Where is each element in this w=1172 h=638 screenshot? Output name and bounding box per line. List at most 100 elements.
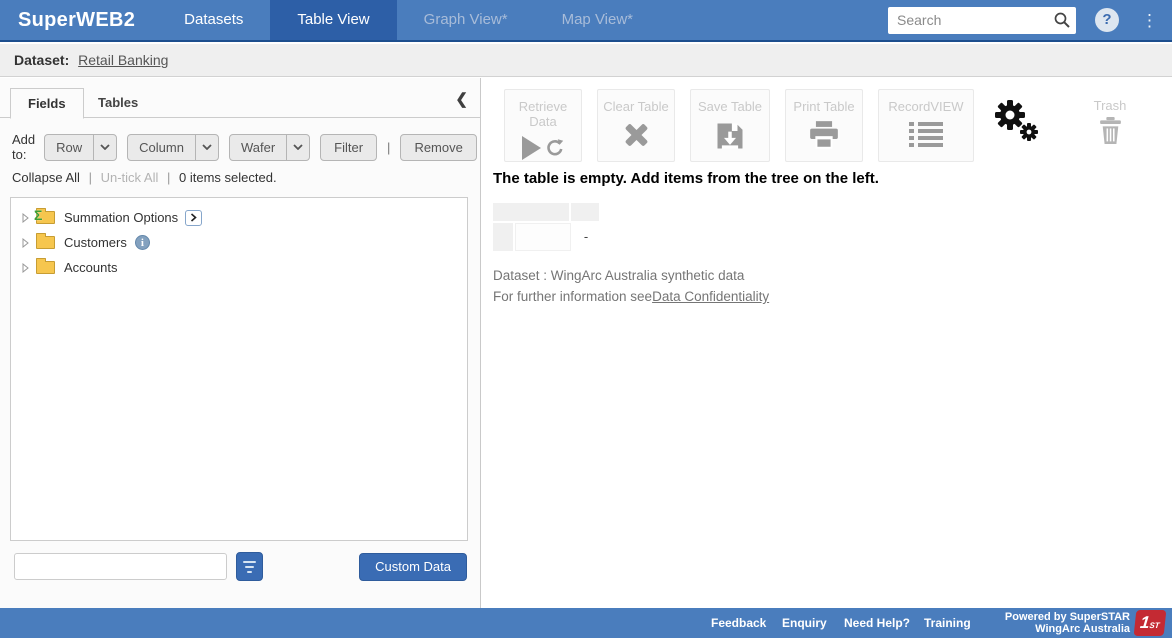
powered-by-text: Powered by SuperSTAR WingArc Australia bbox=[1005, 611, 1130, 635]
retrieve-data-label: Retrieve Data bbox=[505, 99, 581, 129]
row-dropdown-label: Row bbox=[45, 135, 93, 160]
collapse-panel-icon[interactable]: ❮ bbox=[455, 90, 468, 108]
table-label-cell bbox=[515, 223, 571, 251]
logo-suffix: ST bbox=[1149, 621, 1160, 630]
trash-button[interactable]: Trash bbox=[1082, 89, 1138, 144]
dataset-link[interactable]: Retail Banking bbox=[78, 52, 168, 68]
tree-row-accounts[interactable]: Accounts bbox=[11, 255, 467, 280]
tree-search-input[interactable] bbox=[14, 553, 227, 580]
printer-icon bbox=[786, 121, 862, 149]
empty-table-skeleton: - bbox=[493, 203, 599, 251]
nav-item-graph-view[interactable]: Graph View* bbox=[397, 0, 535, 40]
add-to-row-dropdown[interactable]: Row bbox=[44, 134, 117, 161]
app-logo: SuperWEB2 bbox=[18, 0, 135, 40]
search-icon[interactable] bbox=[1053, 11, 1071, 34]
fields-panel: Fields Tables ❮ Add to: Row Column Wafer… bbox=[0, 78, 481, 608]
confidentiality-prefix: For further information see bbox=[493, 289, 652, 304]
chevron-down-icon[interactable] bbox=[93, 135, 116, 160]
field-tree: Σ Summation Options Customers i Accounts bbox=[10, 197, 468, 541]
filter-icon-bar bbox=[245, 566, 254, 568]
nav-item-table-view[interactable]: Table View bbox=[270, 0, 396, 40]
list-icon bbox=[879, 121, 973, 148]
tree-item-label[interactable]: Accounts bbox=[64, 260, 117, 275]
powered-line1: Powered by SuperSTAR bbox=[1005, 611, 1130, 623]
untick-all-link[interactable]: Un-tick All bbox=[101, 170, 159, 185]
footer-link-need-help[interactable]: Need Help? bbox=[844, 608, 910, 638]
custom-data-button[interactable]: Custom Data bbox=[359, 553, 467, 581]
items-selected-count: 0 items selected. bbox=[179, 170, 277, 185]
print-table-label: Print Table bbox=[786, 99, 862, 114]
tree-row-summation-options[interactable]: Σ Summation Options bbox=[11, 205, 467, 230]
save-table-label: Save Table bbox=[691, 99, 769, 114]
table-header-cell bbox=[493, 203, 569, 221]
save-table-button[interactable]: Save Table bbox=[690, 89, 770, 162]
dataset-bar: Dataset: Retail Banking bbox=[0, 44, 1172, 77]
data-confidentiality-link[interactable]: Data Confidentiality bbox=[652, 289, 769, 304]
chevron-down-icon[interactable] bbox=[286, 135, 309, 160]
chevron-down-icon[interactable] bbox=[195, 135, 218, 160]
add-to-column-dropdown[interactable]: Column bbox=[127, 134, 219, 161]
play-refresh-icon bbox=[505, 136, 581, 160]
clear-table-button[interactable]: Clear Table bbox=[597, 89, 675, 162]
folder-icon bbox=[36, 236, 55, 249]
print-table-button[interactable]: Print Table bbox=[785, 89, 863, 162]
footer-link-training[interactable]: Training bbox=[924, 608, 971, 638]
nav-item-map-view[interactable]: Map View* bbox=[535, 0, 660, 40]
add-to-label: Add to: bbox=[12, 132, 35, 162]
expand-caret-icon[interactable] bbox=[22, 263, 29, 273]
table-view-panel: Retrieve Data Clear Table Save Table bbox=[482, 78, 1172, 608]
expand-caret-icon[interactable] bbox=[22, 213, 29, 223]
footer-link-feedback[interactable]: Feedback bbox=[711, 608, 766, 638]
column-dropdown-label: Column bbox=[128, 135, 195, 160]
help-icon[interactable]: ? bbox=[1095, 8, 1119, 32]
table-options-gear-icon[interactable] bbox=[994, 99, 1040, 145]
collapse-all-link[interactable]: Collapse All bbox=[12, 170, 80, 185]
footer-bar: Feedback Enquiry Need Help? Training Pow… bbox=[0, 608, 1172, 638]
add-to-wafer-dropdown[interactable]: Wafer bbox=[229, 134, 310, 161]
tree-item-label[interactable]: Summation Options bbox=[64, 210, 178, 225]
separator: | bbox=[167, 170, 170, 185]
info-icon[interactable]: i bbox=[135, 235, 150, 250]
sigma-icon: Σ bbox=[34, 208, 42, 222]
remove-button[interactable]: Remove bbox=[400, 134, 476, 161]
dataset-label: Dataset: bbox=[14, 52, 69, 68]
global-search bbox=[888, 7, 1076, 34]
clear-table-label: Clear Table bbox=[598, 99, 674, 114]
recordview-label: RecordVIEW bbox=[879, 99, 973, 114]
overflow-menu-icon[interactable]: ⋮ bbox=[1141, 12, 1158, 29]
trash-icon bbox=[1082, 117, 1138, 144]
goto-arrow-button[interactable] bbox=[185, 210, 202, 226]
save-icon bbox=[691, 121, 769, 151]
dataset-note: Dataset : WingArc Australia synthetic da… bbox=[493, 268, 744, 283]
tab-fields[interactable]: Fields bbox=[10, 88, 84, 119]
filter-button[interactable]: Filter bbox=[320, 134, 377, 161]
expand-caret-icon[interactable] bbox=[22, 238, 29, 248]
summation-folder-icon: Σ bbox=[36, 211, 55, 224]
tree-row-customers[interactable]: Customers i bbox=[11, 230, 467, 255]
powered-line2: WingArc Australia bbox=[1005, 623, 1130, 635]
footer-link-enquiry[interactable]: Enquiry bbox=[782, 608, 827, 638]
search-input[interactable] bbox=[897, 12, 1047, 28]
tree-item-label[interactable]: Customers bbox=[64, 235, 127, 250]
table-row-header-cell bbox=[493, 223, 513, 251]
clear-x-icon bbox=[598, 121, 674, 149]
confidentiality-line: For further information seeData Confiden… bbox=[493, 289, 769, 304]
tree-filter-button[interactable] bbox=[236, 552, 263, 581]
panel-tabstrip: Fields Tables ❮ bbox=[0, 88, 480, 118]
superstar-logo[interactable]: 1 ST bbox=[1134, 610, 1167, 636]
folder-icon bbox=[36, 261, 55, 274]
tab-tables[interactable]: Tables bbox=[88, 88, 148, 118]
nav-item-datasets[interactable]: Datasets bbox=[157, 0, 270, 40]
table-header-cell bbox=[571, 203, 599, 221]
retrieve-data-button[interactable]: Retrieve Data bbox=[504, 89, 582, 162]
button-separator: | bbox=[387, 140, 390, 155]
tree-actions-row: Collapse All | Un-tick All | 0 items sel… bbox=[12, 170, 277, 185]
separator: | bbox=[89, 170, 92, 185]
recordview-button[interactable]: RecordVIEW bbox=[878, 89, 974, 162]
trash-label: Trash bbox=[1082, 98, 1138, 113]
table-toolbar: Retrieve Data Clear Table Save Table bbox=[504, 89, 989, 162]
top-navbar: SuperWEB2 Datasets Table View Graph View… bbox=[0, 0, 1172, 42]
navbar-right-group: ? ⋮ bbox=[888, 0, 1172, 40]
add-to-row: Add to: Row Column Wafer Filter | Remove bbox=[12, 132, 487, 162]
empty-table-message: The table is empty. Add items from the t… bbox=[493, 170, 879, 187]
